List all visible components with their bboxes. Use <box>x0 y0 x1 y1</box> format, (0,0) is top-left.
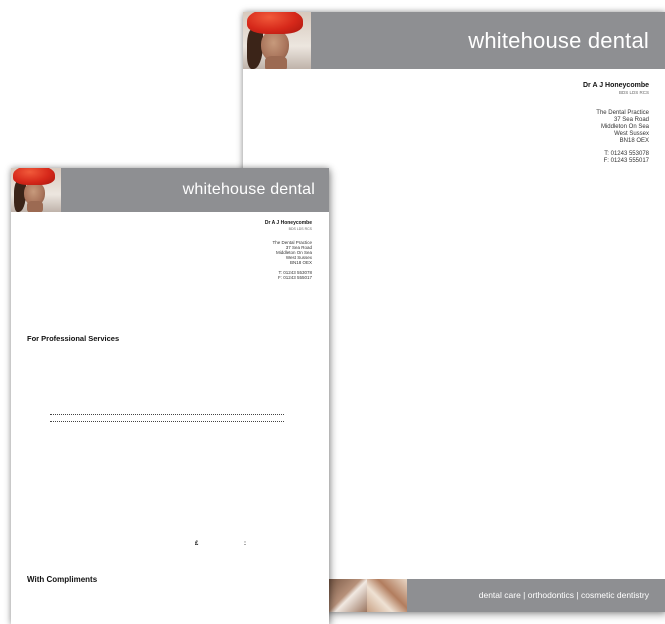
photo-red-hat <box>247 12 303 34</box>
photo-red-hat <box>13 168 55 185</box>
address-line-3: Middleton On Sea <box>600 124 649 130</box>
header-photo-woman-red-hat <box>243 12 311 69</box>
professional-services-heading: For Professional Services <box>27 334 120 343</box>
slip-fax-number: F: 01243 555017 <box>277 274 312 280</box>
practitioner-name: Dr A J Honeycombe <box>583 82 649 89</box>
slip-brand-logotype: whitehouse dental <box>182 181 315 198</box>
brand-logotype: whitehouse dental <box>468 28 649 53</box>
address-postcode: BN18 OEX <box>619 137 649 144</box>
footer-photo-teeth <box>367 579 407 612</box>
pound-sign: £ <box>195 541 199 547</box>
footer-tagline: dental care | orthodontics | cosmetic de… <box>478 590 649 600</box>
fax-number: F: 01243 555017 <box>603 157 649 164</box>
address-line-1: The Dental Practice <box>596 110 649 117</box>
telephone-number: T: 01243 553078 <box>604 150 649 157</box>
address-line-2: 37 Sea Road <box>613 117 649 124</box>
dotted-entry-line <box>50 414 284 415</box>
with-compliments-heading: With Compliments <box>27 575 98 584</box>
slip-header-band: whitehouse dental <box>11 168 329 212</box>
letterhead-header-band: whitehouse dental <box>243 12 665 69</box>
slip-practitioner-name: Dr A J Honeycombe <box>264 220 312 226</box>
footer-photo-strip <box>329 579 407 612</box>
address-line-4: West Sussex <box>614 130 649 137</box>
photo-neck <box>27 201 43 212</box>
compliments-slip-sheet: whitehouse dental Dr A J Honeycombe BDS … <box>11 168 329 624</box>
dotted-entry-line <box>50 421 284 422</box>
slip-practice-info-block: Dr A J Honeycombe BDS LDS RCS The Dental… <box>264 220 312 280</box>
amount-colon: : <box>244 541 246 547</box>
practice-info-block: Dr A J Honeycombe BDS LDS RCS The Dental… <box>583 82 649 164</box>
photo-neck <box>265 56 287 69</box>
footer-photo-smile <box>329 579 367 612</box>
slip-header-photo-woman-red-hat <box>11 168 61 212</box>
